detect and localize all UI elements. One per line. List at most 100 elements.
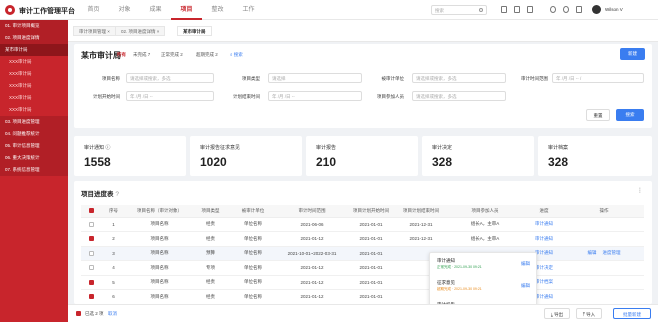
nav-result[interactable]: 成果 (140, 0, 171, 20)
filter-incomplete[interactable]: 未完成 7 (133, 52, 150, 58)
calendar-icon[interactable] (514, 6, 520, 13)
select-all-checkbox[interactable] (76, 311, 81, 316)
stat-card-report: 审计报告 210 (306, 136, 418, 176)
settings-icon[interactable] (550, 6, 556, 13)
tab-audit-project[interactable]: 审计项目管理 × (73, 26, 116, 36)
nav-rectify[interactable]: 整改 (202, 0, 233, 20)
row-checkbox[interactable] (81, 231, 101, 247)
audit-date-range[interactable]: 年 /月 /日 -- / (552, 73, 644, 83)
stat-value: 1020 (200, 155, 227, 169)
form-label: 计划开始时间 (93, 94, 120, 99)
sidebar-item-city-bureau[interactable]: 某市审计局 (0, 44, 68, 56)
table-row: 5 项目名称 经责 单位名称 2021-01-12 2021-01-01 审计档案 (81, 275, 644, 290)
cancel-link[interactable]: 取消 (108, 311, 117, 317)
nav-work[interactable]: 工作 (233, 0, 264, 20)
sidebar-item-issue-stats[interactable]: 04. 问题推荐统计 (0, 128, 68, 140)
audit-range-cell: 2021-01-12 (278, 231, 346, 247)
row-checkbox[interactable] (81, 246, 101, 261)
import-button[interactable]: ⤒ 导入 (576, 308, 602, 319)
sidebar-item-bureau[interactable]: XXX审计局 (0, 104, 68, 116)
row-checkbox[interactable] (81, 260, 101, 276)
row-checkbox[interactable] (81, 217, 101, 232)
global-search-input[interactable]: 搜索 (431, 5, 487, 15)
project-type-cell: 专项 (193, 260, 228, 276)
action-cell[interactable] (564, 217, 644, 232)
audited-unit-field[interactable]: 请选择或搜索，多选 (412, 73, 506, 83)
stat-label: 审计决定 (432, 145, 453, 151)
new-button[interactable]: 新建 (620, 48, 645, 60)
user-name[interactable]: Wilson V (605, 7, 623, 12)
action-cell[interactable]: 编辑 进度管理 (564, 246, 644, 261)
participants-cell: 组长A，主审A (446, 217, 524, 232)
form-label: 计划结束时间 (233, 94, 260, 99)
table-row: 6 项目名称 经责 单位名称 2021-01-12 2021-01-01 审计通知 (81, 289, 644, 305)
filter-normal[interactable]: 正常完成 2 (161, 52, 183, 58)
column-header: 项目计划结束时间 (396, 205, 446, 218)
plan-end-date[interactable]: 年 /月 /日 -- (268, 91, 362, 101)
refresh-icon[interactable] (563, 6, 569, 13)
sidebar-item-progress-detail[interactable]: 02. 项目进度详情 (0, 32, 68, 44)
sidebar-item-bureau[interactable]: XXX审计局 (0, 92, 68, 104)
audited-unit-cell: 单位名称 (228, 231, 278, 247)
action-cell[interactable] (564, 289, 644, 305)
project-type-cell: 预算 (193, 246, 228, 261)
info-icon[interactable]: ⓘ (105, 145, 110, 151)
stat-card-notice: 审计通知 ⓘ 1558 (74, 136, 186, 176)
nav-home[interactable]: 首页 (78, 0, 109, 20)
plan-start-cell: 2021-01-01 (346, 260, 396, 276)
page-title: 某市审计局 (81, 51, 121, 60)
sidebar-item-bureau[interactable]: XXX审计局 (0, 68, 68, 80)
progress-manage-link[interactable]: 进度管理 (603, 250, 621, 255)
sidebar-item-bureau[interactable]: XXX审计局 (0, 80, 68, 92)
action-cell[interactable] (564, 275, 644, 290)
help-icon[interactable] (576, 6, 582, 13)
batch-create-button[interactable]: 批量新建 (613, 308, 651, 319)
sidebar-item-overview[interactable]: 01. 审计项目概览 (0, 20, 68, 32)
query-button[interactable]: 搜索 (616, 109, 644, 121)
reset-button[interactable]: 重置 (586, 109, 610, 121)
more-icon[interactable]: ⋮ (637, 187, 643, 194)
progress-table: 序号 项目名称（审计对象） 项目类型 被审计单位 审计时间范围 项目计划开始时间… (81, 205, 644, 305)
project-type-cell: 经责 (193, 275, 228, 290)
tab-progress-detail[interactable]: 02. 项目进度详情 × (115, 26, 166, 36)
action-cell[interactable] (564, 260, 644, 276)
export-button[interactable]: ⤓ 导出 (544, 308, 570, 319)
row-checkbox[interactable] (81, 289, 101, 305)
project-type-cell: 经责 (193, 289, 228, 305)
tab-city-bureau[interactable]: 某市审计局 (177, 26, 212, 36)
project-name-field[interactable]: 请选择或搜索，多选 (126, 73, 214, 83)
nav-object[interactable]: 对象 (109, 0, 140, 20)
filter-overdue[interactable]: 超期完成 2 (196, 52, 218, 58)
audit-range-cell: 2021-06-06 (278, 217, 346, 232)
sidebar-item-system-info[interactable]: 07. 系统信息管理 (0, 164, 68, 176)
select-all-checkbox[interactable] (81, 205, 101, 218)
popover-edit-link[interactable]: 编辑 (521, 283, 530, 289)
plan-start-date[interactable]: 年 /月 /日 -- (126, 91, 214, 101)
document-icon[interactable] (527, 6, 533, 13)
project-type-cell: 经责 (193, 217, 228, 232)
search-placeholder: 搜索 (435, 8, 444, 13)
plan-end-cell: 2021-12-31 (396, 217, 446, 232)
progress-cell[interactable]: 审计通知 (524, 231, 564, 247)
progress-cell[interactable]: 审计通知 (524, 217, 564, 232)
table-row: 2 项目名称 经责 单位名称 2021-01-12 2021-01-01 2021-12-3… (81, 231, 644, 247)
stat-value: 328 (432, 155, 453, 169)
search-link[interactable]: ⌕ 搜索 (230, 52, 243, 58)
participants-field[interactable]: 请选择或搜索，多选 (412, 91, 506, 101)
project-type-select[interactable]: 请选择 (268, 73, 362, 83)
bell-icon[interactable] (501, 6, 507, 13)
avatar[interactable] (592, 5, 601, 14)
plan-start-cell: 2021-01-01 (346, 231, 396, 247)
row-checkbox[interactable] (81, 275, 101, 290)
sidebar-item-audit-info[interactable]: 05. 审计信息管理 (0, 140, 68, 152)
sidebar-item-progress-manage[interactable]: 03. 项目进度管理 (0, 116, 68, 128)
nav-project[interactable]: 项目 (171, 0, 202, 20)
popover-edit-link[interactable]: 编辑 (521, 261, 530, 267)
help-icon[interactable]: ? (115, 191, 119, 198)
sidebar-item-decision-stats[interactable]: 06. 重大决策统计 (0, 152, 68, 164)
action-cell[interactable] (564, 231, 644, 247)
stat-label: 审计报告征求意见 (200, 145, 241, 151)
sidebar-item-bureau[interactable]: XXX审计局 (0, 56, 68, 68)
edit-link[interactable]: 编辑 (588, 250, 597, 255)
filter-all[interactable]: 所有 (117, 52, 126, 58)
